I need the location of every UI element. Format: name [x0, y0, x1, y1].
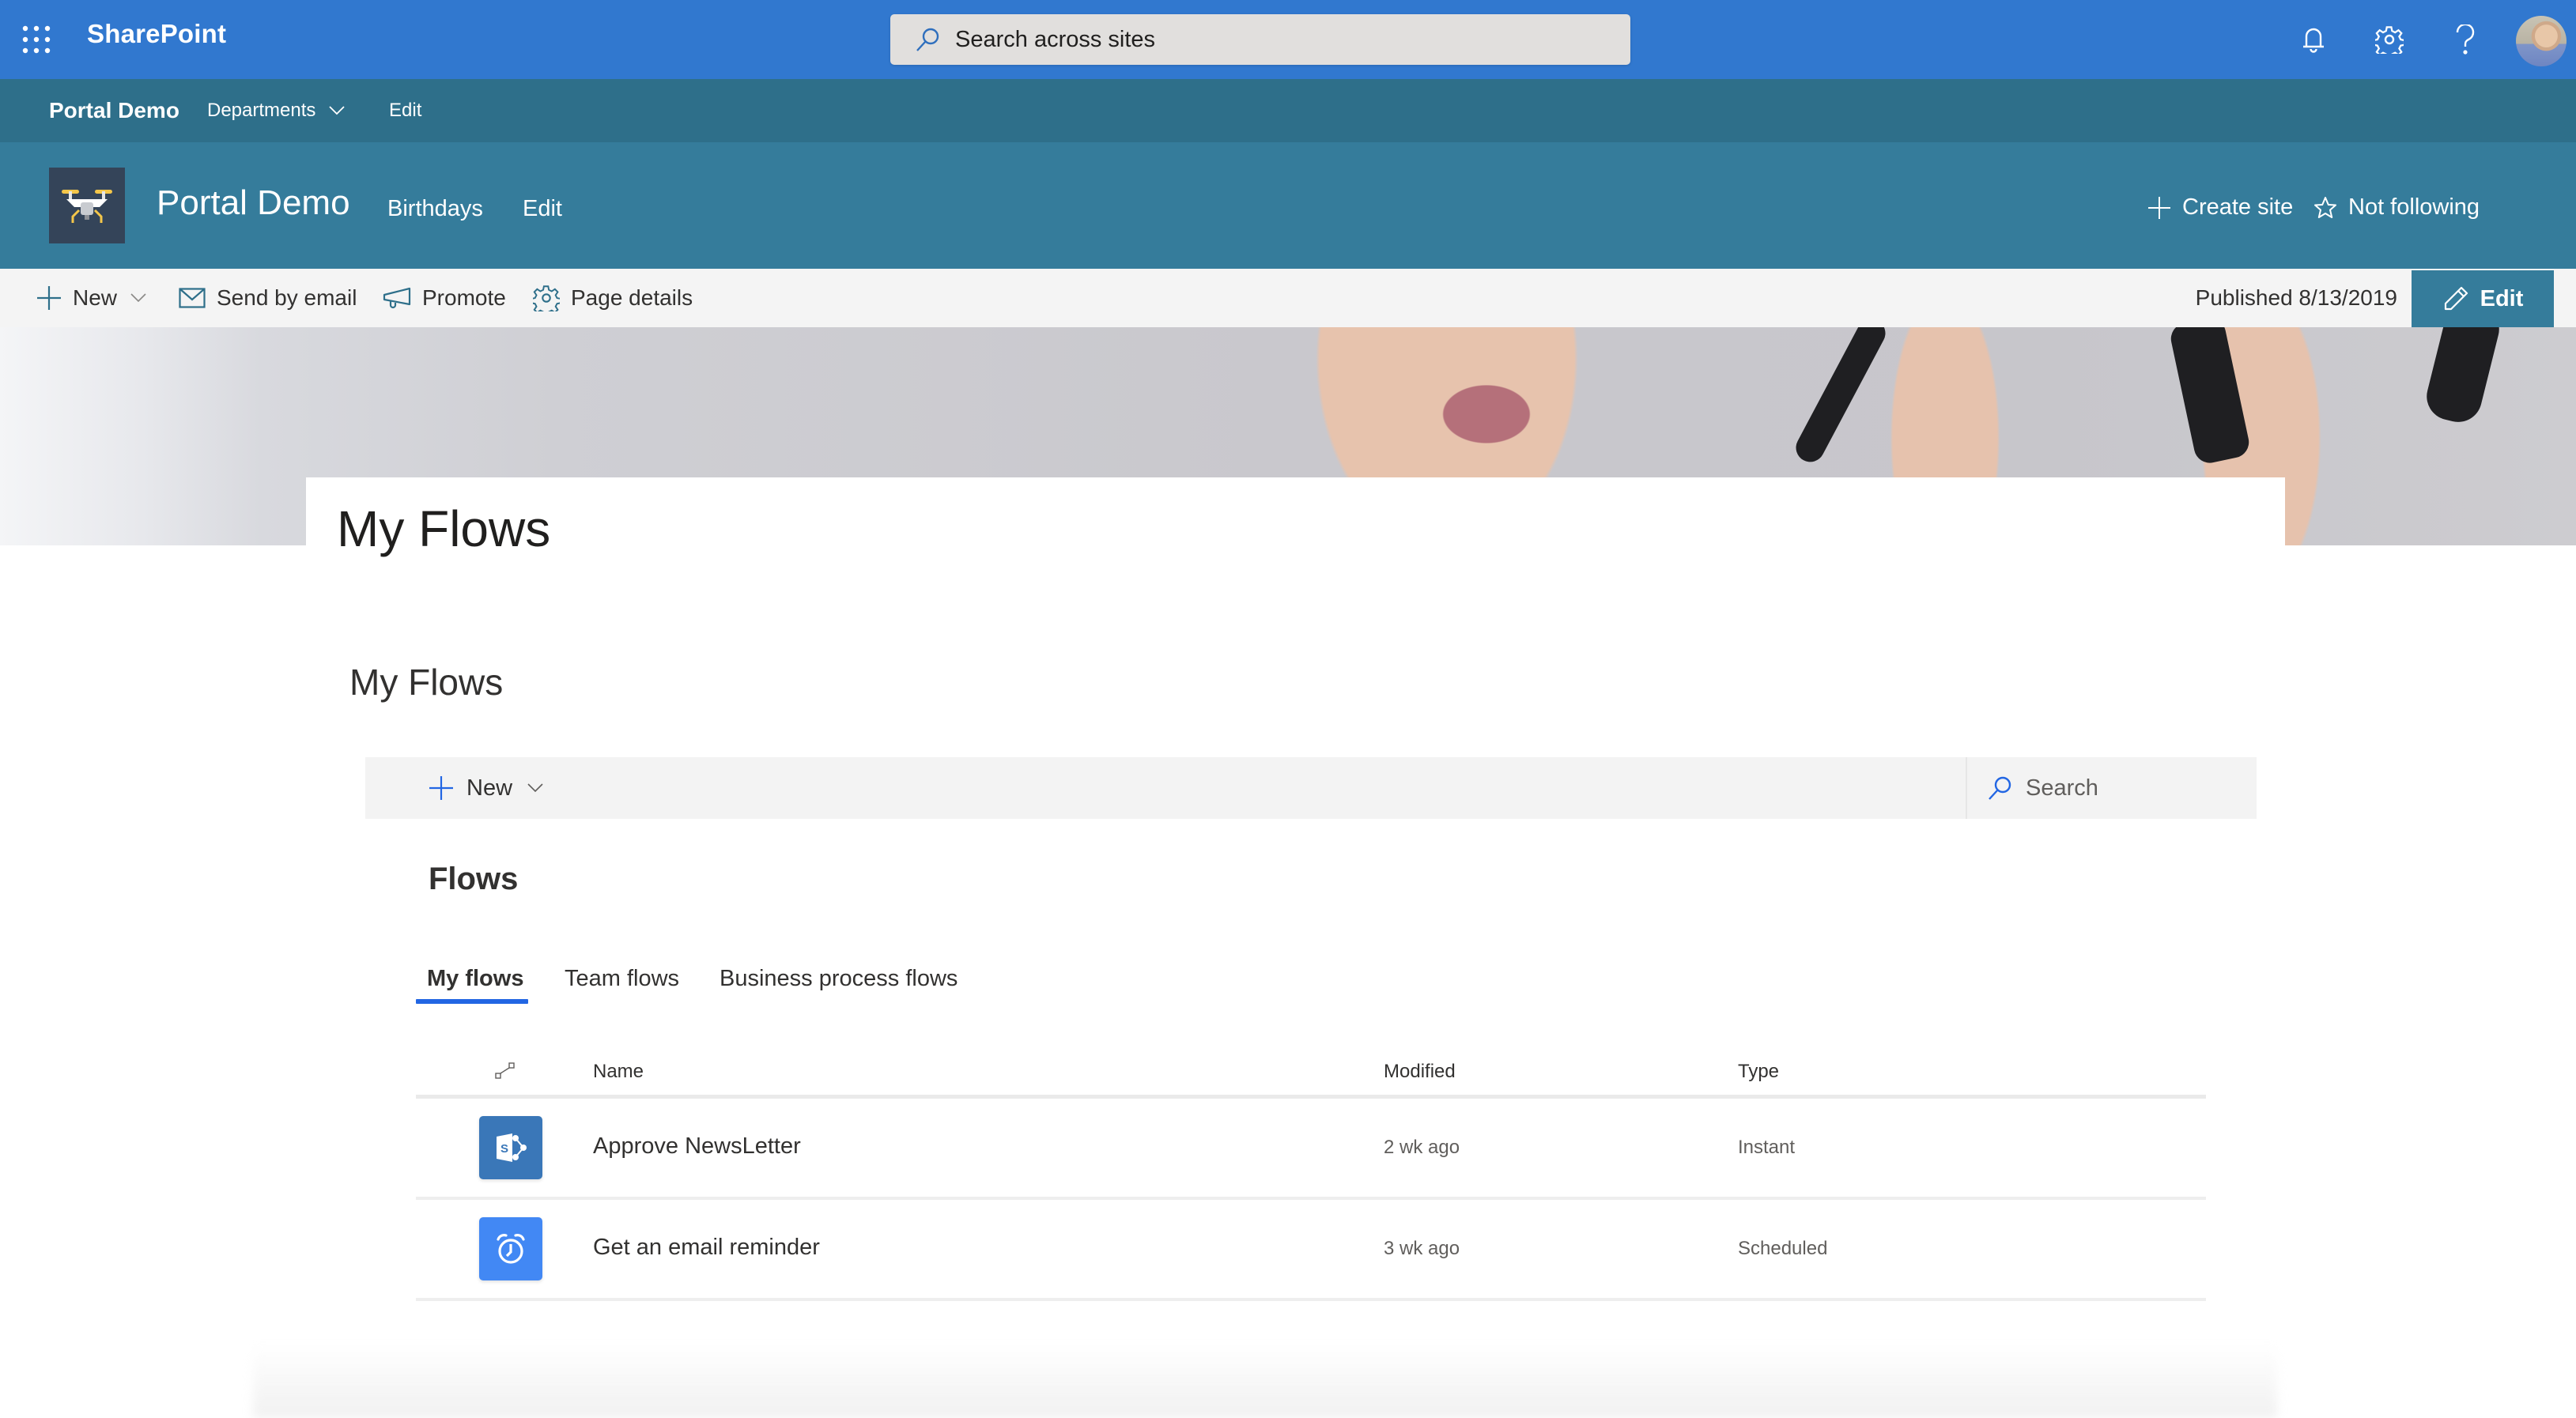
promote-label: Promote — [422, 285, 506, 310]
app-name[interactable]: SharePoint — [87, 19, 226, 49]
flow-name[interactable]: Approve NewsLetter — [593, 1133, 801, 1160]
edit-page-label: Edit — [2480, 285, 2524, 311]
create-site-label: Create site — [2182, 194, 2294, 220]
flow-name[interactable]: Get an email reminder — [593, 1235, 820, 1261]
drone-icon — [62, 190, 112, 223]
tab-team-flows[interactable]: Team flows — [565, 966, 679, 992]
chevron-down-icon — [130, 292, 158, 304]
hero-object-shape — [2168, 327, 2252, 466]
flows-search-box[interactable] — [1966, 757, 2257, 819]
flow-type-column-icon — [495, 1062, 516, 1080]
page-details-label: Page details — [571, 285, 693, 310]
follow-button[interactable]: Not following — [2313, 194, 2480, 221]
page-details-button[interactable]: Page details — [533, 269, 693, 327]
flow-modified: 2 wk ago — [1384, 1137, 1460, 1158]
create-site-button[interactable]: Create site — [2147, 194, 2293, 221]
follow-label: Not following — [2348, 194, 2480, 220]
gear-icon[interactable] — [2370, 21, 2408, 58]
hero-pen-shape — [1791, 327, 1890, 467]
page-title: My Flows — [337, 500, 551, 557]
edit-page-button[interactable]: Edit — [2412, 270, 2554, 327]
flow-modified: 3 wk ago — [1384, 1238, 1460, 1259]
plus-icon — [429, 775, 454, 801]
mail-icon — [179, 288, 217, 308]
chevron-down-icon — [328, 105, 346, 116]
web-part-title: My Flows — [349, 662, 504, 703]
global-search-input[interactable] — [955, 26, 1588, 53]
suite-bar: SharePoint — [0, 0, 2576, 79]
table-row[interactable]: S Approve NewsLetter 2 wk ago Instant — [416, 1099, 2206, 1200]
new-label: New — [73, 285, 118, 310]
site-header: Portal Demo Birthdays Edit Create site N… — [0, 142, 2576, 269]
chevron-down-icon — [527, 783, 544, 794]
flows-search-input[interactable] — [2026, 775, 2247, 801]
search-icon — [914, 26, 941, 53]
plus-icon — [36, 285, 73, 311]
promote-button[interactable]: Promote — [383, 269, 506, 327]
sharepoint-icon: S — [479, 1116, 542, 1179]
column-header-modified[interactable]: Modified — [1384, 1061, 1456, 1083]
site-title[interactable]: Portal Demo — [157, 183, 350, 223]
page-command-bar: New Send by email Promote Page details P… — [0, 269, 2576, 327]
flow-type: Scheduled — [1738, 1238, 1828, 1259]
bell-icon[interactable] — [2295, 21, 2332, 58]
new-flow-label: New — [466, 775, 513, 801]
svg-text:S: S — [500, 1142, 508, 1156]
new-flow-button[interactable]: New — [429, 757, 544, 819]
search-icon — [1967, 775, 2026, 801]
column-header-name[interactable]: Name — [593, 1061, 644, 1083]
star-icon — [2313, 196, 2348, 220]
section-shadow — [253, 1344, 2277, 1418]
table-header: Name Modified Type — [416, 1043, 2206, 1099]
hub-navigation: Portal Demo Departments Edit — [0, 79, 2576, 142]
column-header-type[interactable]: Type — [1738, 1061, 1779, 1083]
active-tab-indicator — [416, 999, 528, 1004]
hub-departments-label: Departments — [207, 100, 316, 121]
send-by-email-label: Send by email — [217, 285, 357, 310]
gear-icon — [533, 285, 571, 311]
plus-icon — [2147, 196, 2182, 220]
pencil-icon — [2442, 285, 2480, 312]
hub-departments-menu[interactable]: Departments — [207, 79, 346, 142]
hub-home-link[interactable]: Portal Demo — [49, 79, 179, 142]
new-button[interactable]: New — [36, 269, 158, 327]
page-title-region — [306, 477, 2285, 549]
flows-toolbar: New — [365, 757, 2257, 819]
megaphone-icon — [383, 287, 422, 309]
hero-object-shape-2 — [2421, 327, 2505, 428]
app-launcher-icon[interactable] — [21, 24, 52, 55]
send-by-email-button[interactable]: Send by email — [179, 269, 357, 327]
flow-type: Instant — [1738, 1137, 1796, 1158]
site-nav-edit[interactable]: Edit — [523, 196, 562, 222]
hub-edit-link[interactable]: Edit — [389, 79, 421, 142]
global-search-box[interactable] — [890, 14, 1630, 65]
table-row[interactable]: Get an email reminder 3 wk ago Scheduled — [416, 1200, 2206, 1301]
alarm-clock-icon — [479, 1217, 542, 1280]
site-nav-birthdays[interactable]: Birthdays — [387, 196, 483, 222]
tab-business-process-flows[interactable]: Business process flows — [720, 966, 958, 992]
help-icon[interactable] — [2446, 21, 2484, 58]
published-status: Published 8/13/2019 — [2195, 285, 2397, 310]
site-logo[interactable] — [49, 168, 125, 243]
flows-heading: Flows — [429, 862, 519, 896]
avatar[interactable] — [2516, 16, 2567, 66]
tab-my-flows[interactable]: My flows — [427, 966, 523, 992]
flows-table: Name Modified Type S Approve NewsLetter … — [416, 1043, 2206, 1301]
